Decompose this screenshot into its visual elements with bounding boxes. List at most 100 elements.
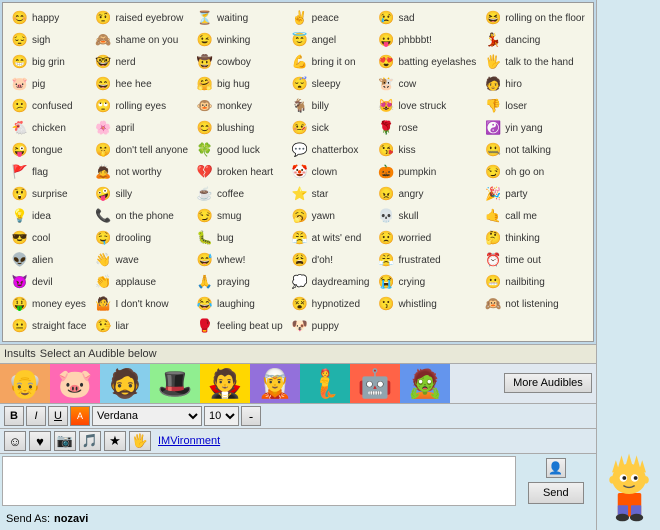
star-button[interactable]: ★ [104, 431, 126, 451]
emoji-item[interactable]: 💪 bring it on [287, 51, 374, 73]
emoji-item[interactable]: 😄 hee hee [90, 73, 192, 95]
emoji-item[interactable]: 🤪 silly [90, 183, 192, 205]
emoji-item[interactable]: 😏 smug [192, 205, 287, 227]
emoji-item[interactable]: 😩 d'oh! [287, 249, 374, 271]
emoji-item[interactable]: 🤷 I don't know [90, 293, 192, 315]
emoji-item[interactable]: ☕ coffee [192, 183, 287, 205]
emoji-item[interactable]: 🎉 party [480, 183, 589, 205]
emoji-item[interactable]: 🙈 shame on you [90, 29, 192, 51]
emoji-item[interactable]: 💬 chatterbox [287, 139, 374, 161]
emoji-item[interactable]: ⏰ time out [480, 249, 589, 271]
emoji-item[interactable]: 🎃 pumpkin [373, 161, 480, 183]
emoji-item[interactable]: 🙄 rolling eyes [90, 95, 192, 117]
emoji-item[interactable]: 😊 blushing [192, 117, 287, 139]
audible-item[interactable]: 🐷 [50, 364, 100, 403]
imvironment-link[interactable]: IMVironment [158, 435, 220, 447]
emoji-item[interactable]: 🧑 hiro [480, 73, 589, 95]
emoji-item[interactable]: 😤 frustrated [373, 249, 480, 271]
emoji-item[interactable]: 😛 phbbbt! [373, 29, 480, 51]
emoji-item[interactable]: ☯️ yin yang [480, 117, 589, 139]
emoji-item[interactable]: 💃 dancing [480, 29, 589, 51]
emoji-item[interactable]: 🤨 raised eyebrow [90, 7, 192, 29]
emoji-item[interactable]: 😬 nailbiting [480, 271, 589, 293]
emoji-item[interactable]: 🤗 big hug [192, 73, 287, 95]
emoji-item[interactable]: 🌹 rose [373, 117, 480, 139]
emoji-item[interactable]: 😵 hypnotized [287, 293, 374, 315]
audible-item[interactable]: 🤖 [350, 364, 400, 403]
person-icon-button[interactable]: 👤 [546, 458, 566, 478]
emoji-item[interactable]: 🙉 not listening [480, 293, 589, 315]
emoji-item[interactable]: 😢 sad [373, 7, 480, 29]
emoji-item[interactable]: 😎 cool [7, 227, 90, 249]
emoji-item[interactable]: 😍 batting eyelashes [373, 51, 480, 73]
emoji-item[interactable]: 🤒 sick [287, 117, 374, 139]
emoji-item[interactable]: 🐔 chicken [7, 117, 90, 139]
emoji-item[interactable]: 🐐 billy [287, 95, 374, 117]
heart-button[interactable]: ♥ [29, 431, 51, 451]
emoji-item[interactable]: 📞 on the phone [90, 205, 192, 227]
audible-item[interactable]: 🧜 [300, 364, 350, 403]
emoji-item[interactable]: 😤 at wits' end [287, 227, 374, 249]
emoji-item[interactable]: 😠 angry [373, 183, 480, 205]
emoji-item[interactable]: 😲 surprise [7, 183, 90, 205]
emoji-item[interactable]: 🥊 feeling beat up [192, 315, 287, 337]
emoji-item[interactable]: 😂 laughing [192, 293, 287, 315]
color-button[interactable]: A [70, 406, 90, 426]
emoji-item[interactable]: 💔 broken heart [192, 161, 287, 183]
emoji-item[interactable]: 🐶 puppy [287, 315, 374, 337]
emoji-item[interactable]: ⭐ star [287, 183, 374, 205]
font-select[interactable]: Verdana Arial Times New Roman [92, 406, 202, 426]
emoji-item[interactable]: 💀 skull [373, 205, 480, 227]
emoji-item[interactable]: 😗 whistling [373, 293, 480, 315]
emoji-item[interactable]: 💡 idea [7, 205, 90, 227]
audible-item[interactable]: 🎩 [150, 364, 200, 403]
emoji-item[interactable]: 😔 sigh [7, 29, 90, 51]
emoji-item[interactable]: 😈 devil [7, 271, 90, 293]
emoji-item[interactable]: 🌸 april [90, 117, 192, 139]
send-button[interactable]: Send [528, 482, 584, 504]
emoji-item[interactable]: 😇 angel [287, 29, 374, 51]
smiley-button[interactable]: ☺ [4, 431, 26, 451]
emoji-item[interactable]: 🤡 clown [287, 161, 374, 183]
more-audibles-button[interactable]: More Audibles [504, 373, 592, 393]
emoji-item[interactable]: 🚩 flag [7, 161, 90, 183]
emoji-item[interactable]: 😴 sleepy [287, 73, 374, 95]
emoji-item[interactable]: ✌️ peace [287, 7, 374, 29]
emoji-item[interactable]: 🤠 cowboy [192, 51, 287, 73]
emoji-item[interactable]: 👏 applause [90, 271, 192, 293]
emoji-item[interactable]: 👋 wave [90, 249, 192, 271]
audible-item[interactable]: 🧛 [200, 364, 250, 403]
bold-button[interactable]: B [4, 406, 24, 426]
emoji-item[interactable]: 👽 alien [7, 249, 90, 271]
decrease-size-button[interactable]: - [241, 406, 261, 426]
emoji-item[interactable]: 🙏 praying [192, 271, 287, 293]
emoji-item[interactable]: 💭 daydreaming [287, 271, 374, 293]
emoji-item[interactable]: 🐵 monkey [192, 95, 287, 117]
emoji-item[interactable]: 🙇 not worthy [90, 161, 192, 183]
emoji-item[interactable]: 😁 big grin [7, 51, 90, 73]
emoji-item[interactable]: 🥱 yawn [287, 205, 374, 227]
emoji-item[interactable]: 🤓 nerd [90, 51, 192, 73]
emoji-item[interactable]: 🤫 don't tell anyone [90, 139, 192, 161]
emoji-item[interactable]: 😜 tongue [7, 139, 90, 161]
audible-item[interactable]: 🧟 [400, 364, 450, 403]
emoji-item[interactable]: 🖐️ talk to the hand [480, 51, 589, 73]
emoji-item[interactable]: 🤑 money eyes [7, 293, 90, 315]
emoji-item[interactable]: 😭 crying [373, 271, 480, 293]
italic-button[interactable]: I [26, 406, 46, 426]
emoji-item[interactable]: 👎 loser [480, 95, 589, 117]
emoji-item[interactable]: 😆 rolling on the floor [480, 7, 589, 29]
emoji-item[interactable]: 😉 winking [192, 29, 287, 51]
audible-item[interactable]: 👴 [0, 364, 50, 403]
emoji-item[interactable]: 🍀 good luck [192, 139, 287, 161]
emoji-item[interactable]: 🐮 cow [373, 73, 480, 95]
message-input[interactable] [3, 457, 515, 505]
emoji-item[interactable]: 🤔 thinking [480, 227, 589, 249]
emoji-item[interactable]: 😻 love struck [373, 95, 480, 117]
audible-item[interactable]: 🧝 [250, 364, 300, 403]
emoji-item[interactable]: 😟 worried [373, 227, 480, 249]
emoji-item[interactable]: ⏳ waiting [192, 7, 287, 29]
camera-button[interactable]: 📷 [54, 431, 76, 451]
emoji-item[interactable]: 😏 oh go on [480, 161, 589, 183]
emoji-item[interactable]: 😅 whew! [192, 249, 287, 271]
